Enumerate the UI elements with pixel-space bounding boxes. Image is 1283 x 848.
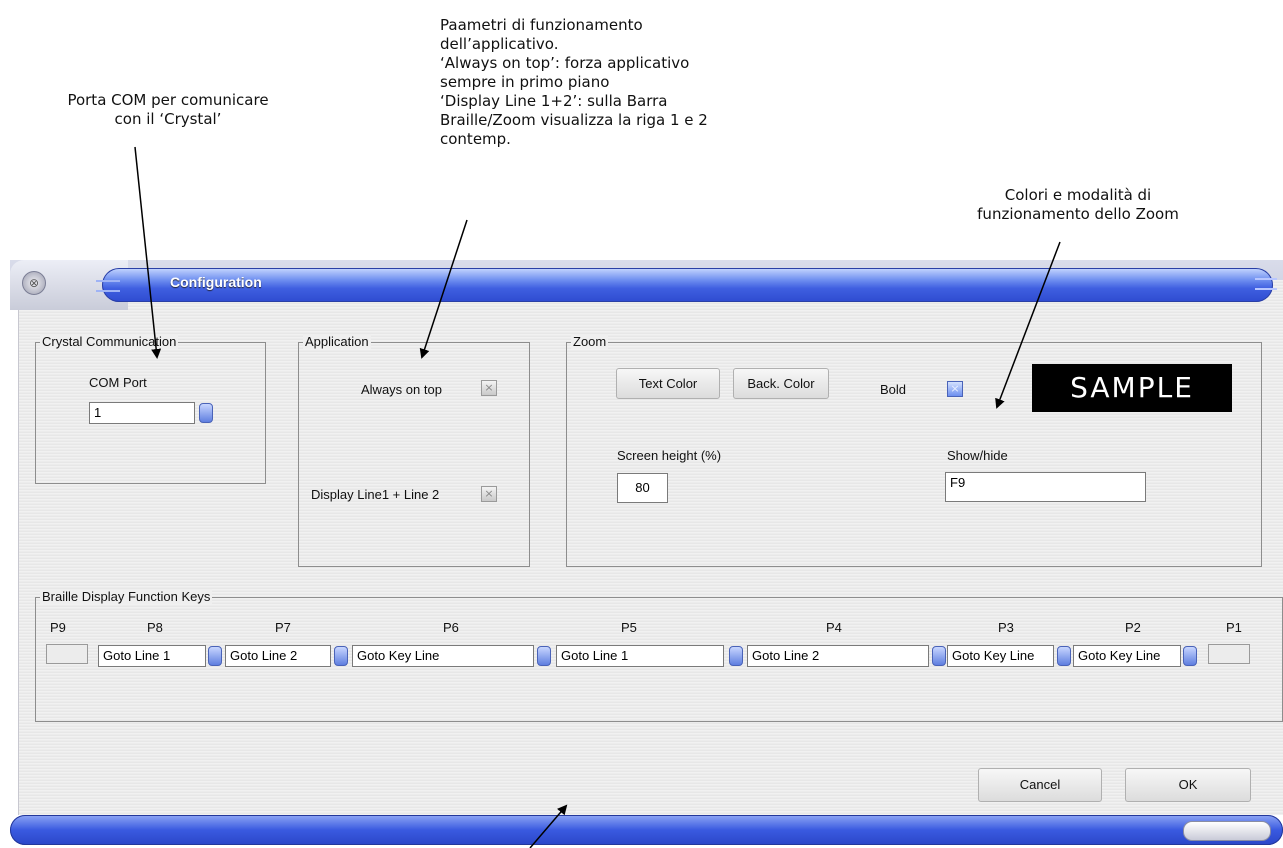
group-legend: Application — [303, 334, 371, 349]
key-header-p6: P6 — [443, 620, 459, 635]
screen-height-label: Screen height (%) — [617, 448, 722, 463]
always-on-top-label: Always on top — [361, 382, 442, 397]
menu-lines-icon — [96, 280, 120, 292]
back-color-button[interactable]: Back. Color — [733, 368, 829, 399]
key-field-p4[interactable]: Goto Line 2 — [747, 645, 929, 667]
callout-application: Paametri di funzionamento dell’applicati… — [440, 16, 708, 148]
key-field-p8[interactable]: Goto Line 1 — [98, 645, 206, 667]
ok-button[interactable]: OK — [1125, 768, 1251, 802]
group-legend: Crystal Communication — [40, 334, 179, 349]
callout-zoom: Colori e modalità di funzionamento dello… — [977, 186, 1179, 223]
key-header-p7: P7 — [275, 620, 291, 635]
com-port-input[interactable]: 1 — [89, 402, 195, 424]
key-spinner-p5[interactable] — [729, 646, 743, 666]
key-header-p3: P3 — [998, 620, 1014, 635]
zoom-sample-preview: SAMPLE — [1032, 364, 1232, 412]
key-spinner-p2[interactable] — [1183, 646, 1197, 666]
key-header-p4: P4 — [826, 620, 842, 635]
always-on-top-checkbox[interactable]: × — [481, 380, 497, 396]
show-hide-label: Show/hide — [947, 448, 1008, 463]
key-spinner-p7[interactable] — [334, 646, 348, 666]
key-field-p6[interactable]: Goto Key Line — [352, 645, 534, 667]
bottom-bar — [10, 815, 1283, 845]
key-header-p1: P1 — [1226, 620, 1242, 635]
key-spinner-p6[interactable] — [537, 646, 551, 666]
com-port-spinner[interactable] — [199, 403, 213, 423]
grip-lines-icon — [1255, 278, 1277, 290]
screen-height-input[interactable]: 80 — [617, 473, 668, 503]
display-lines-checkbox[interactable]: × — [481, 486, 497, 502]
window-title: Configuration — [170, 274, 262, 290]
bold-checkbox[interactable]: × — [947, 381, 963, 397]
com-port-label: COM Port — [89, 375, 147, 390]
key-spinner-p4[interactable] — [932, 646, 946, 666]
resize-knob[interactable] — [1183, 821, 1271, 841]
key-spinner-p3[interactable] — [1057, 646, 1071, 666]
title-bar-capsule[interactable] — [102, 268, 1273, 302]
key-field-p2[interactable]: Goto Key Line — [1073, 645, 1181, 667]
group-legend: Braille Display Function Keys — [40, 589, 213, 604]
key-field-p1 — [1208, 644, 1250, 664]
text-color-button[interactable]: Text Color — [616, 368, 720, 399]
key-header-p8: P8 — [147, 620, 163, 635]
callout-com-port: Porta COM per comunicare con il ‘Crystal… — [67, 91, 269, 128]
key-spinner-p8[interactable] — [208, 646, 222, 666]
group-legend: Zoom — [571, 334, 609, 349]
key-field-p3[interactable]: Goto Key Line — [947, 645, 1054, 667]
group-application: Application — [298, 334, 530, 567]
key-field-p5[interactable]: Goto Line 1 — [556, 645, 724, 667]
key-header-p9: P9 — [50, 620, 66, 635]
close-icon[interactable]: ⊗ — [22, 271, 46, 295]
key-field-p9 — [46, 644, 88, 664]
display-lines-label: Display Line1 + Line 2 — [311, 487, 440, 502]
cancel-button[interactable]: Cancel — [978, 768, 1102, 802]
key-header-p2: P2 — [1125, 620, 1141, 635]
key-field-p7[interactable]: Goto Line 2 — [225, 645, 331, 667]
key-header-p5: P5 — [621, 620, 637, 635]
bold-label: Bold — [880, 382, 907, 397]
show-hide-input[interactable]: F9 — [945, 472, 1146, 502]
